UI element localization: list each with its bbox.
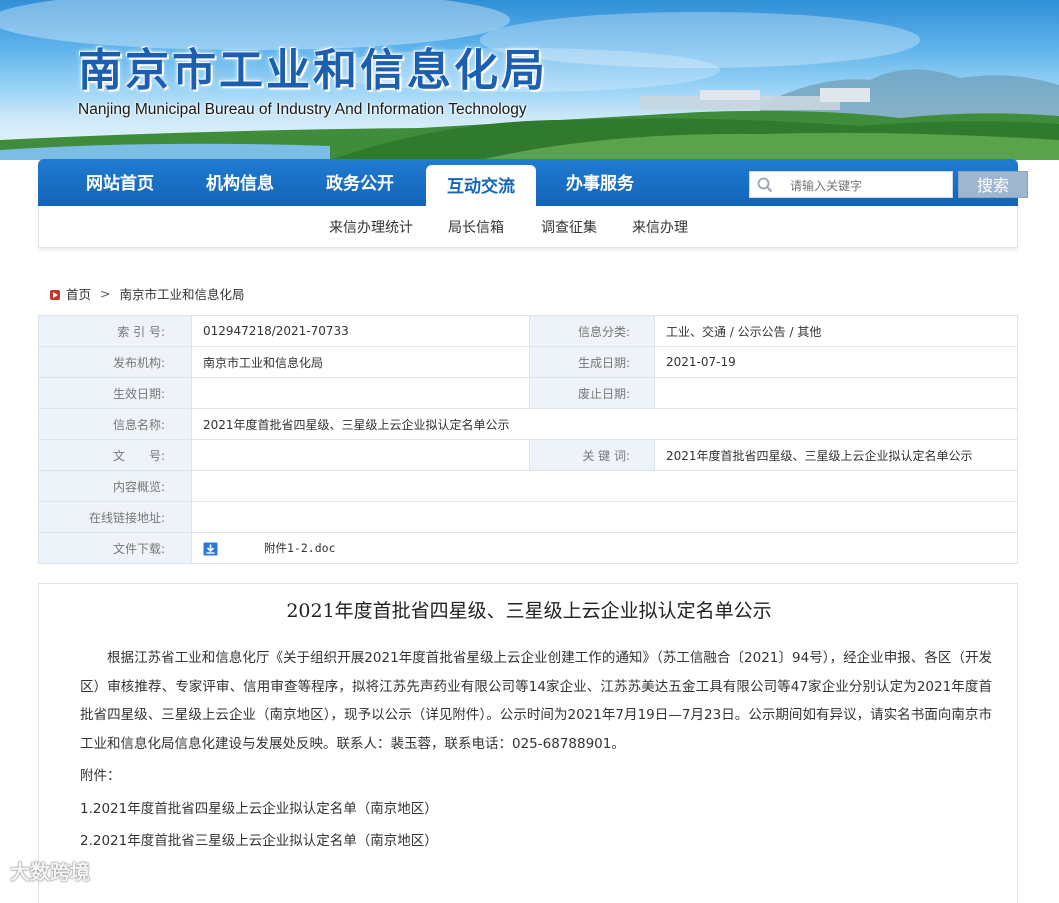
subnav-item-letter-handling[interactable]: 来信办理 (632, 217, 688, 237)
sub-nav: 来信办理统计 局长信箱 调查征集 来信办理 (38, 206, 1018, 248)
download-icon[interactable] (203, 542, 218, 556)
info-table: 索 引 号: 012947218/2021-70733 信息分类: 工业、交通 … (38, 315, 1018, 564)
date-label: 生成日期: (529, 346, 655, 378)
breadcrumb: 首页 > 南京市工业和信息化局 (50, 284, 245, 303)
effective-date-label: 生效日期: (38, 377, 192, 409)
download-cell: 附件1-2.doc (191, 532, 1018, 564)
nav-item-government-affairs[interactable]: 政务公开 (306, 159, 414, 206)
search-box (749, 171, 953, 198)
subnav-item-survey[interactable]: 调查征集 (541, 217, 597, 237)
attachment-item-1[interactable]: 1.2021年度首批省四星级上云企业拟认定名单（南京地区） (80, 795, 992, 824)
info-name-label: 信息名称: (38, 408, 192, 440)
attachment-item-2[interactable]: 2.2021年度首批省三星级上云企业拟认定名单（南京地区） (80, 827, 992, 856)
keywords-label: 关 键 词: (529, 439, 655, 471)
nav-item-organization[interactable]: 机构信息 (186, 159, 294, 206)
download-file-link[interactable]: 附件1-2.doc (264, 541, 335, 555)
doc-no-value (191, 439, 530, 471)
date-value: 2021-07-19 (654, 346, 1018, 378)
nav-item-services[interactable]: 办事服务 (546, 159, 654, 206)
nav-item-interaction[interactable]: 互动交流 (426, 165, 536, 206)
expire-date-label: 废止日期: (529, 377, 655, 409)
index-no-label: 索 引 号: (38, 315, 192, 347)
download-label: 文件下载: (38, 532, 192, 564)
breadcrumb-current[interactable]: 南京市工业和信息化局 (120, 287, 245, 302)
article-paragraph: 根据江苏省工业和信息化厅《关于组织开展2021年度首批省星级上云企业创建工作的通… (80, 650, 992, 752)
expire-date-value (654, 377, 1018, 409)
subnav-item-director-mailbox[interactable]: 局长信箱 (448, 217, 504, 237)
attachments-label: 附件： (80, 768, 121, 784)
article-body: 根据江苏省工业和信息化厅《关于组织开展2021年度首批省星级上云企业创建工作的通… (80, 644, 992, 856)
overview-label: 内容概览: (38, 470, 192, 502)
nav-item-home[interactable]: 网站首页 (66, 159, 174, 206)
subnav-item-letter-stats[interactable]: 来信办理统计 (329, 217, 413, 237)
site-title: 南京市工业和信息化局 (78, 45, 548, 96)
header-banner: 南京市工业和信息化局 Nanjing Municipal Bureau of I… (0, 0, 1059, 160)
breadcrumb-separator: > (100, 286, 111, 301)
overview-value (191, 470, 1018, 502)
site-subtitle: Nanjing Municipal Bureau of Industry And… (78, 101, 527, 118)
info-name-value: 2021年度首批省四星级、三星级上云企业拟认定名单公示 (191, 408, 1018, 440)
breadcrumb-home[interactable]: 首页 (66, 287, 91, 302)
article-title: 2021年度首批省四星级、三星级上云企业拟认定名单公示 (286, 600, 772, 622)
online-link-label: 在线链接地址: (38, 501, 192, 533)
main-nav: 网站首页 机构信息 政务公开 互动交流 办事服务 搜索 (38, 159, 1028, 206)
online-link-value (191, 501, 1018, 533)
search-icon (757, 177, 773, 193)
publisher-label: 发布机构: (38, 346, 192, 378)
index-no-value: 012947218/2021-70733 (191, 315, 530, 347)
category-label: 信息分类: (529, 315, 655, 347)
search-button[interactable]: 搜索 (958, 171, 1028, 198)
category-value: 工业、交通 / 公示公告 / 其他 (654, 315, 1018, 347)
watermark: 大数跨境 (10, 860, 90, 884)
keywords-value: 2021年度首批省四星级、三星级上云企业拟认定名单公示 (654, 439, 1018, 471)
doc-no-label: 文 号: (38, 439, 192, 471)
effective-date-value (191, 377, 530, 409)
publisher-value: 南京市工业和信息化局 (191, 346, 530, 378)
article: 2021年度首批省四星级、三星级上云企业拟认定名单公示 根据江苏省工业和信息化厅… (38, 583, 1018, 903)
search-input[interactable] (788, 175, 952, 197)
home-icon (50, 289, 60, 300)
